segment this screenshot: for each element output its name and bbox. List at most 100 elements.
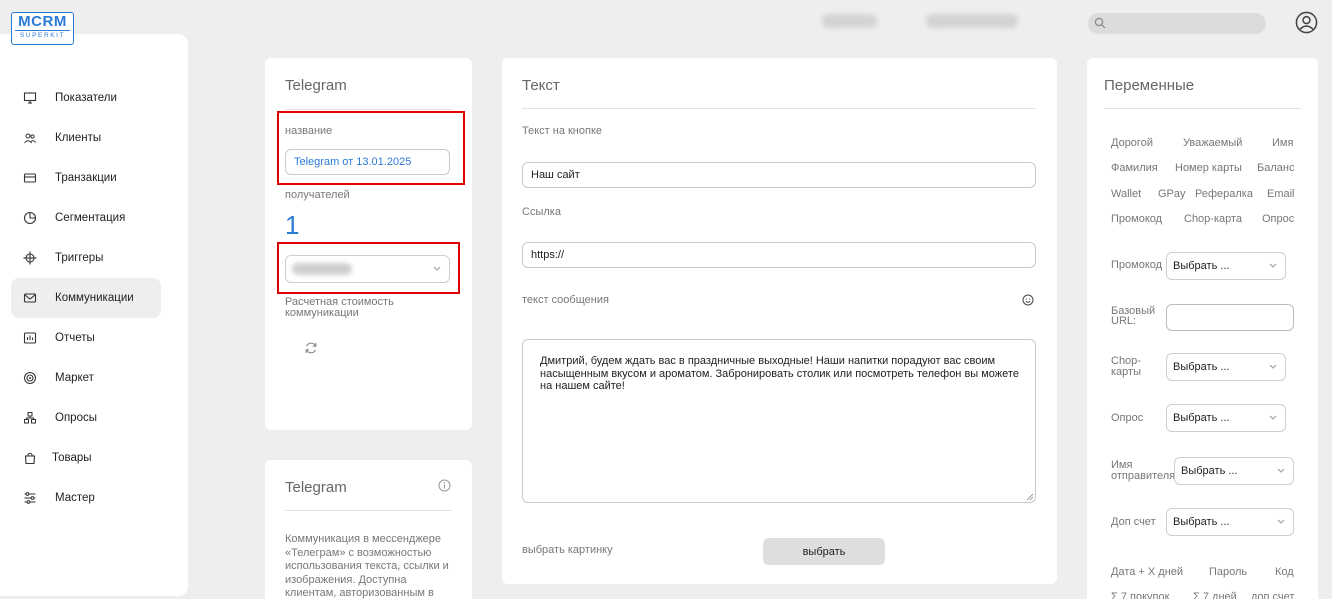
sidebar-item-segmentation[interactable]: Сегментация xyxy=(11,198,161,238)
user-profile-icon[interactable] xyxy=(1295,11,1318,34)
button-text-label: Текст на кнопке xyxy=(522,125,603,137)
variable-chip[interactable]: Номер карты xyxy=(1175,162,1242,174)
chevron-down-icon xyxy=(1269,415,1277,420)
highlight-name-box xyxy=(277,111,465,185)
variable-chip[interactable]: Уважаемый xyxy=(1183,137,1242,149)
link-input[interactable]: https:// xyxy=(522,242,1036,268)
chevron-down-icon xyxy=(1269,263,1277,268)
sender-name-label: Имя отправителя xyxy=(1111,459,1176,482)
variable-chip[interactable]: Фамилия xyxy=(1111,162,1158,174)
variable-chip[interactable]: Рефералка xyxy=(1195,188,1253,200)
card-icon xyxy=(23,173,37,183)
base-url-label: Базовый URL: xyxy=(1111,305,1156,327)
message-label: текст сообщения xyxy=(522,294,609,306)
select-value: Выбрать ... xyxy=(1173,361,1230,373)
divider xyxy=(285,109,452,110)
variable-chip[interactable]: Баланс xyxy=(1257,162,1294,174)
variable-chip[interactable]: Σ 7 дней xyxy=(1193,591,1237,599)
info-icon[interactable] xyxy=(438,479,451,492)
card-title: Telegram xyxy=(285,77,347,94)
search-icon xyxy=(1094,17,1106,29)
sidebar-item-products[interactable]: Товары xyxy=(11,438,161,478)
promo-select[interactable]: Выбрать ... xyxy=(1166,252,1286,280)
monitor-icon xyxy=(23,92,37,104)
variable-chip[interactable]: Дорогой xyxy=(1111,137,1153,149)
card-title: Telegram xyxy=(285,479,347,496)
target-icon xyxy=(23,371,37,385)
sidebar-item-dashboard[interactable]: Показатели xyxy=(11,78,161,118)
variables-card: Переменные Дорогой Уважаемый Имя Фамилия… xyxy=(1087,58,1318,599)
resize-handle-icon[interactable] xyxy=(1026,493,1034,501)
card-title: Текст xyxy=(522,77,560,94)
app-logo[interactable]: MCRM SUPERKIT xyxy=(11,12,74,45)
sliders-icon xyxy=(24,492,36,504)
variable-chip[interactable]: Код xyxy=(1275,566,1294,578)
cost-label: Расчетная стоимость коммуникации xyxy=(285,296,394,319)
emoji-icon[interactable] xyxy=(1022,294,1034,306)
variable-chip[interactable]: Email xyxy=(1267,188,1295,200)
poll-icon xyxy=(24,412,36,424)
chop-cards-select[interactable]: Выбрать ... xyxy=(1166,353,1286,381)
sidebar-item-reports[interactable]: Отчеты xyxy=(11,318,161,358)
blurred-top-link-1[interactable] xyxy=(822,14,877,28)
variable-chip[interactable]: Промокод xyxy=(1111,213,1162,225)
message-textarea[interactable]: Дмитрий, будем ждать вас в праздничные в… xyxy=(522,339,1036,503)
poll-select[interactable]: Выбрать ... xyxy=(1166,404,1286,432)
sidebar-item-label: Отчеты xyxy=(55,332,95,344)
variable-chip[interactable]: GPay xyxy=(1158,188,1186,200)
sidebar-item-market[interactable]: Маркет xyxy=(11,358,161,398)
chevron-down-icon xyxy=(1277,468,1285,473)
blurred-top-link-2[interactable] xyxy=(926,14,1018,28)
logo-sub-text: SUPERKIT xyxy=(15,30,70,41)
sidebar-item-label: Показатели xyxy=(55,92,117,104)
extra-account-select[interactable]: Выбрать ... xyxy=(1166,508,1294,536)
image-label: выбрать картинку xyxy=(522,544,613,556)
sidebar-item-label: Триггеры xyxy=(55,252,104,264)
divider xyxy=(522,108,1036,109)
variable-chip[interactable]: Дата + Х дней xyxy=(1111,566,1183,578)
variable-chip[interactable]: Σ 7 покупок xyxy=(1111,591,1169,599)
select-value: Выбрать ... xyxy=(1173,516,1230,528)
promo-label: Промокод xyxy=(1111,259,1163,271)
recipients-label: получателей xyxy=(285,189,350,201)
logo-main-text: MCRM xyxy=(18,13,67,30)
select-value: Выбрать ... xyxy=(1181,465,1238,477)
chevron-down-icon xyxy=(1269,364,1277,369)
sidebar-item-polls[interactable]: Опросы xyxy=(11,398,161,438)
recipients-count: 1 xyxy=(285,210,300,240)
chop-cards-label: Chop-карты xyxy=(1111,355,1141,378)
variable-chip[interactable]: Опрос xyxy=(1262,213,1294,225)
variable-chip[interactable]: доп счет xyxy=(1251,591,1294,599)
crosshair-icon xyxy=(23,251,37,265)
divider xyxy=(1104,108,1301,109)
sidebar-item-communications[interactable]: Коммуникации xyxy=(11,278,161,318)
sidebar-item-transactions[interactable]: Транзакции xyxy=(11,158,161,198)
sidebar-item-triggers[interactable]: Триггеры xyxy=(11,238,161,278)
choose-image-button[interactable]: выбрать xyxy=(763,538,885,565)
sender-name-select[interactable]: Выбрать ... xyxy=(1174,457,1294,485)
communication-info-card: Telegram Коммуникация в мессенджере «Тел… xyxy=(265,460,472,599)
sidebar-item-label: Опросы xyxy=(55,412,97,424)
select-value: Выбрать ... xyxy=(1173,412,1230,424)
sidebar-item-label: Коммуникации xyxy=(55,292,134,304)
button-text-input[interactable]: Наш сайт xyxy=(522,162,1036,188)
link-label: Ссылка xyxy=(522,206,561,218)
extra-account-label: Доп счет xyxy=(1111,516,1156,528)
divider xyxy=(285,510,452,511)
chevron-down-icon xyxy=(1277,519,1285,524)
highlight-recipient-box xyxy=(277,242,460,294)
refresh-icon[interactable] xyxy=(304,341,318,355)
sidebar-item-clients[interactable]: Клиенты xyxy=(11,118,161,158)
search-input[interactable] xyxy=(1088,13,1266,34)
sidebar-item-label: Транзакции xyxy=(55,172,117,184)
sidebar-item-wizard[interactable]: Мастер xyxy=(11,478,161,518)
base-url-input[interactable] xyxy=(1166,304,1294,331)
variable-chip[interactable]: Имя xyxy=(1272,137,1293,149)
variable-chip[interactable]: Wallet xyxy=(1111,188,1141,200)
select-value: Выбрать ... xyxy=(1173,260,1230,272)
report-icon xyxy=(23,332,37,344)
variable-chip[interactable]: Пароль xyxy=(1209,566,1247,578)
sidebar-item-label: Мастер xyxy=(55,492,95,504)
text-card: Текст Текст на кнопке Наш сайт Ссылка ht… xyxy=(502,58,1057,584)
variable-chip[interactable]: Chop-карта xyxy=(1184,213,1242,225)
